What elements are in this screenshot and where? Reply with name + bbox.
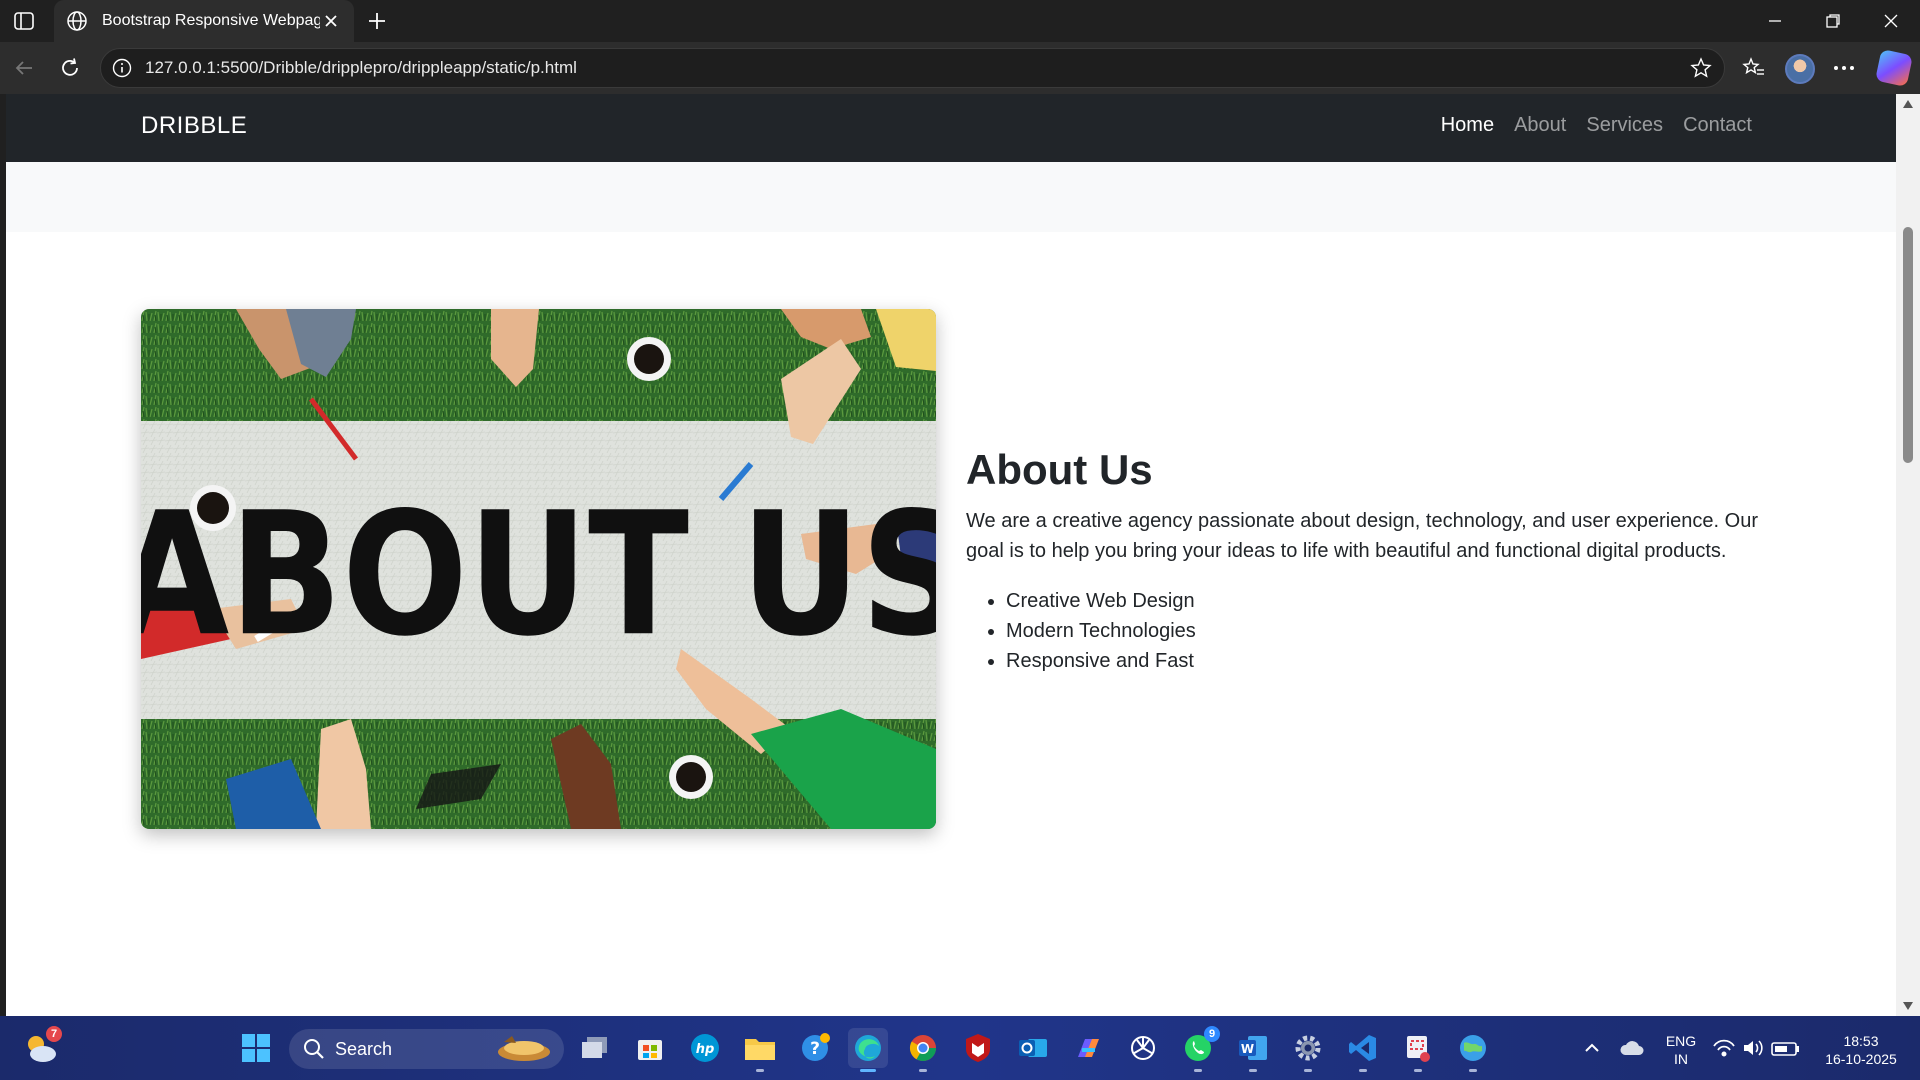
weather-badge: 7 — [46, 1026, 62, 1042]
scroll-up-arrow-icon[interactable] — [1896, 94, 1920, 114]
language-code: ENG — [1665, 1033, 1697, 1049]
start-windows-icon[interactable] — [236, 1028, 276, 1068]
close-tab-icon[interactable] — [320, 10, 342, 32]
favorites-icon[interactable] — [1738, 52, 1770, 84]
profile-avatar[interactable] — [1785, 54, 1815, 84]
clock-date: 16-10-2025 — [1825, 1051, 1897, 1067]
page-viewport: DRIBBLE Home About Services Contact ABOU… — [6, 94, 1896, 1016]
scroll-down-arrow-icon[interactable] — [1896, 996, 1920, 1016]
tab-title: Bootstrap Responsive Webpage — [102, 12, 320, 29]
nav-home[interactable]: Home — [1441, 114, 1494, 137]
about-section: About Us We are a creative agency passio… — [966, 446, 1766, 676]
mcafee-icon[interactable] — [958, 1028, 998, 1068]
close-window-icon[interactable] — [1862, 0, 1920, 42]
browser-tab[interactable]: Bootstrap Responsive Webpage — [54, 0, 354, 42]
nav-about[interactable]: About — [1514, 114, 1566, 137]
search-highlight-icon — [498, 1036, 550, 1061]
site-brand[interactable]: DRIBBLE — [141, 112, 247, 140]
feature-list: Creative Web Design Modern Technologies … — [1006, 586, 1766, 676]
about-us-image-lettering: ABOUT US — [141, 475, 936, 673]
info-icon[interactable] — [111, 57, 133, 79]
windows-taskbar: 7 Search hp ? 9 W ENG IN 18:53 16-10-202… — [0, 1016, 1920, 1080]
weather-widget-icon[interactable]: 7 — [20, 1026, 62, 1068]
snipping-tool-icon[interactable] — [1398, 1028, 1438, 1072]
task-view-icon[interactable] — [575, 1028, 615, 1068]
microsoft-store-icon[interactable] — [630, 1028, 670, 1068]
copilot-app-icon[interactable] — [1068, 1028, 1108, 1068]
nav-contact[interactable]: Contact — [1683, 114, 1752, 137]
show-hidden-icons-chevron-icon[interactable] — [1572, 1028, 1612, 1068]
wifi-icon — [1713, 1039, 1735, 1057]
list-item: Responsive and Fast — [1006, 646, 1766, 676]
search-label: Search — [335, 1038, 393, 1059]
clock[interactable]: 18:53 16-10-2025 — [1812, 1032, 1910, 1068]
chrome-icon[interactable] — [903, 1028, 943, 1072]
taskbar-search[interactable]: Search — [289, 1029, 564, 1069]
tab-actions-icon[interactable] — [10, 8, 38, 34]
about-heading: About Us — [966, 446, 1153, 493]
hp-icon[interactable]: hp — [685, 1028, 725, 1068]
restore-icon[interactable] — [1804, 0, 1862, 42]
volume-icon — [1744, 1040, 1763, 1056]
svg-text:hp: hp — [696, 1042, 715, 1057]
outlook-icon[interactable] — [1013, 1028, 1053, 1068]
address-bar[interactable]: 127.0.0.1:5500/Dribble/dripplepro/drippl… — [100, 48, 1725, 88]
back-icon[interactable] — [8, 52, 40, 84]
svg-text:W: W — [1241, 1042, 1254, 1056]
copilot-icon[interactable] — [1875, 49, 1913, 87]
quick-settings[interactable] — [1708, 1028, 1808, 1068]
onedrive-cloud-icon[interactable] — [1614, 1028, 1650, 1068]
browser-toolbar: 127.0.0.1:5500/Dribble/dripplepro/drippl… — [0, 42, 1920, 94]
about-paragraph: We are a creative agency passionate abou… — [966, 510, 1758, 562]
nav-links: Home About Services Contact — [1441, 114, 1752, 137]
network-map-app-icon[interactable] — [1453, 1028, 1493, 1072]
settings-gear-icon[interactable] — [1288, 1028, 1328, 1072]
clock-time: 18:53 — [1843, 1033, 1879, 1049]
nav-services[interactable]: Services — [1586, 114, 1663, 137]
url-text[interactable]: 127.0.0.1:5500/Dribble/dripplepro/drippl… — [145, 58, 577, 78]
get-help-icon[interactable]: ? — [795, 1028, 835, 1068]
chatgpt-icon[interactable] — [1123, 1028, 1163, 1068]
page-scrollbar[interactable] — [1896, 94, 1920, 1016]
browser-titlebar: Bootstrap Responsive Webpage — [0, 0, 1920, 42]
file-explorer-icon[interactable] — [740, 1028, 780, 1072]
language-indicator[interactable]: ENG IN — [1656, 1032, 1706, 1068]
region-code: IN — [1674, 1051, 1688, 1067]
word-icon[interactable]: W — [1233, 1028, 1273, 1072]
whatsapp-icon[interactable]: 9 — [1178, 1026, 1220, 1072]
hero-strip — [6, 162, 1896, 232]
list-item: Creative Web Design — [1006, 586, 1766, 616]
battery-icon — [1771, 1042, 1799, 1056]
minimize-icon[interactable] — [1746, 0, 1804, 42]
about-us-image: ABOUT US — [141, 309, 936, 829]
more-options-icon[interactable] — [1828, 52, 1860, 84]
site-navbar: DRIBBLE Home About Services Contact — [6, 94, 1896, 162]
reload-icon[interactable] — [54, 52, 86, 84]
edge-browser-icon[interactable] — [848, 1028, 888, 1072]
search-icon — [304, 1039, 324, 1059]
list-item: Modern Technologies — [1006, 616, 1766, 646]
new-tab-icon[interactable] — [364, 8, 390, 34]
vscode-icon[interactable] — [1343, 1028, 1383, 1072]
globe-icon — [67, 11, 87, 31]
svg-text:?: ? — [810, 1039, 820, 1059]
whatsapp-badge: 9 — [1204, 1026, 1220, 1042]
favorite-star-icon[interactable] — [1690, 57, 1712, 79]
scroll-thumb[interactable] — [1903, 227, 1913, 463]
